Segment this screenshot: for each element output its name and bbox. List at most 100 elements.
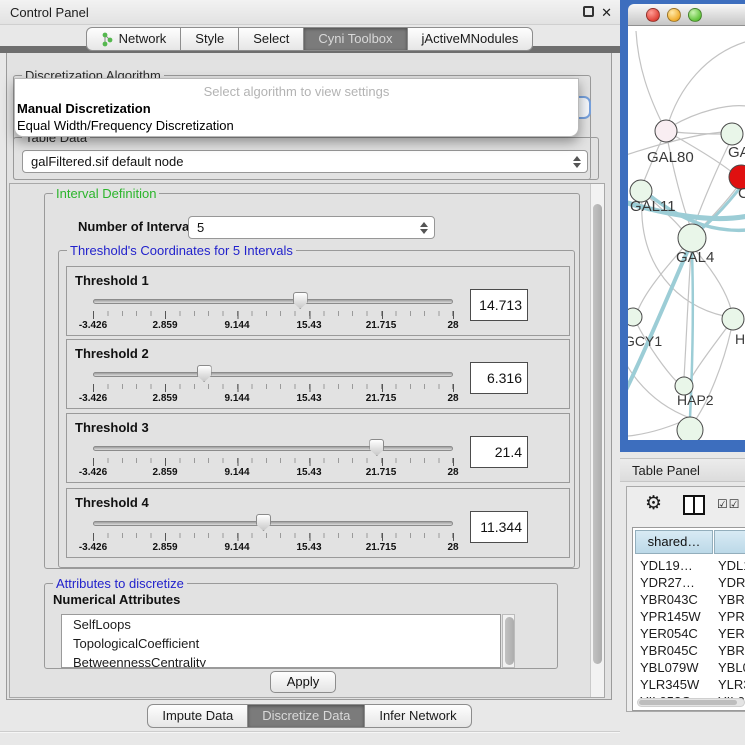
numerical-attributes-list: SelfLoops TopologicalCoefficient Between… (61, 614, 501, 668)
settings-scroll-area: Interval Definition Number of Intervals … (9, 183, 605, 698)
node-partial-bottom[interactable] (677, 417, 703, 440)
network-window-titlebar[interactable] (628, 4, 745, 26)
bottom-tab-strip: Impute Data Discretize Data Infer Networ… (0, 700, 620, 745)
close-icon[interactable]: ✕ (601, 6, 612, 19)
gear-icon[interactable]: ⚙ (645, 492, 662, 515)
table-row[interactable]: YBL079WYBL0 (633, 660, 745, 677)
num-intervals-combo[interactable]: 5 (188, 216, 435, 239)
node-gcy1[interactable] (628, 308, 642, 326)
thresholds-group: Threshold's Coordinates for 5 Intervals … (58, 250, 575, 568)
slider-thumb[interactable] (293, 292, 308, 309)
dropdown-hint: Select algorithm to view settings (15, 84, 578, 99)
table-row[interactable]: YBR043CYBR0 (633, 592, 745, 609)
table-data-combo[interactable]: galFiltered.sif default node (22, 150, 588, 173)
threshold-1-value[interactable]: 14.713 (470, 289, 528, 321)
list-item[interactable]: TopologicalCoefficient (62, 634, 500, 653)
algorithm-dropdown-popup: Select algorithm to view settings Manual… (14, 78, 579, 137)
list-item[interactable]: BetweennessCentrality (62, 653, 500, 668)
slider-thumb[interactable] (256, 514, 271, 531)
table-row[interactable]: YLR345WYLR3 (633, 677, 745, 694)
attributes-group: Attributes to discretize Numerical Attri… (44, 583, 558, 669)
dropdown-option-equal-width[interactable]: Equal Width/Frequency Discretization (17, 118, 234, 133)
table-row[interactable]: YBR045CYBR0 (633, 643, 745, 660)
cyni-toolbox-content: Discretization Algorithm Select algorith… (6, 53, 612, 700)
control-panel-titlebar: Control Panel ✕ (0, 0, 620, 25)
divider (0, 731, 620, 733)
threshold-1-slider[interactable] (93, 299, 453, 306)
float-panel-icon[interactable] (583, 6, 594, 17)
threshold-2-value[interactable]: 6.316 (470, 362, 528, 394)
network-view[interactable]: GAL80 GA C GAL11 GAL4 GCY1 HA HAP2 (628, 26, 745, 440)
group-title: Interval Definition (53, 186, 159, 201)
node-partial-top-right[interactable] (721, 123, 743, 145)
table-panel-title: Table Panel (632, 463, 700, 478)
right-column: GAL80 GA C GAL11 GAL4 GCY1 HA HAP2 Table… (620, 0, 745, 745)
node-attribute-table: shared… na YDL19…YDL1 YDR27…YDR2 YBR043C… (632, 527, 745, 711)
panel-title: Control Panel (10, 5, 89, 20)
slider-thumb[interactable] (369, 439, 384, 456)
node-hap-right[interactable] (722, 308, 744, 330)
column-header-shared-name[interactable]: shared… (635, 530, 713, 554)
interval-definition-group: Interval Definition Number of Intervals … (44, 193, 580, 569)
select-columns-checkbox-icons[interactable]: ☑☑ (717, 497, 741, 511)
settings-scrollbar[interactable] (590, 184, 604, 697)
table-toolbar: ⚙ ☑☑ (627, 487, 745, 523)
network-window: GAL80 GA C GAL11 GAL4 GCY1 HA HAP2 (620, 0, 745, 452)
num-intervals-label: Number of Intervals (78, 219, 200, 234)
table-panel-titlebar: Table Panel (620, 458, 745, 482)
tab-select[interactable]: Select (238, 27, 304, 51)
table-row[interactable]: YER054CYER0 (633, 626, 745, 643)
tab-discretize-data[interactable]: Discretize Data (247, 704, 365, 728)
table-panel-body: ⚙ ☑☑ shared… na YDL19…YDL1 YDR27…YDR2 YB… (626, 486, 745, 712)
node-label: GAL80 (647, 149, 694, 166)
table-row[interactable]: YDR27…YDR2 (633, 575, 745, 592)
control-panel: Control Panel ✕ Network Style Select Cyn… (0, 0, 620, 745)
combo-arrows-icon (420, 222, 428, 234)
node-gal4[interactable] (678, 224, 706, 252)
numerical-attributes-label: Numerical Attributes (53, 592, 180, 607)
threshold-1-panel: Threshold 1 -3.426 2.859 9.144 15.43 21.… (66, 266, 570, 336)
node-gal80[interactable] (655, 120, 677, 142)
slider-thumb[interactable] (197, 365, 212, 382)
columns-icon[interactable] (683, 495, 705, 515)
node-label: GCY1 (628, 333, 662, 349)
network-graph: GAL80 GA C GAL11 GAL4 GCY1 HA HAP2 (628, 26, 745, 440)
threshold-4-panel: Threshold 4 -3.426 2.859 9.144 15.43 21.… (66, 488, 570, 558)
mac-close-button[interactable] (646, 8, 660, 22)
group-title: Threshold's Coordinates for 5 Intervals (67, 243, 296, 258)
node-label: GAL4 (676, 249, 714, 266)
threshold-2-panel: Threshold 2 -3.426 2.859 9.144 15.43 21.… (66, 339, 570, 409)
mac-zoom-button[interactable] (688, 8, 702, 22)
apply-button[interactable]: Apply (270, 671, 336, 693)
top-tab-strip: Network Style Select Cyni Toolbox jActiv… (0, 25, 620, 53)
tab-jactivemnodules[interactable]: jActiveMNodules (407, 27, 534, 51)
tab-style[interactable]: Style (180, 27, 239, 51)
column-header-name[interactable]: na (714, 530, 745, 554)
mac-minimize-button[interactable] (667, 8, 681, 22)
tab-label: Network (119, 28, 167, 50)
list-item[interactable]: SelfLoops (62, 615, 500, 634)
tab-infer-network[interactable]: Infer Network (364, 704, 471, 728)
dropdown-option-manual[interactable]: Manual Discretization (17, 101, 151, 116)
threshold-3-panel: Threshold 3 -3.426 2.859 9.144 15.43 21.… (66, 413, 570, 483)
table-row[interactable]: YDL19…YDL1 (633, 558, 745, 575)
node-label: GA (728, 144, 745, 161)
threshold-2-slider[interactable] (93, 372, 453, 379)
tab-impute-data[interactable]: Impute Data (147, 704, 248, 728)
node-label: HA (735, 331, 745, 347)
threshold-4-slider[interactable] (93, 521, 453, 528)
attributes-scrollbar[interactable] (502, 614, 515, 668)
threshold-3-slider[interactable] (93, 446, 453, 453)
combo-arrows-icon (573, 156, 581, 168)
node-label: HAP2 (677, 392, 714, 408)
network-icon (101, 32, 114, 47)
node-label: GAL11 (630, 198, 676, 215)
node-label: C (738, 185, 745, 202)
tab-network[interactable]: Network (86, 27, 182, 51)
threshold-4-value[interactable]: 11.344 (470, 511, 528, 543)
table-data-group: Table Data galFiltered.sif default node (13, 137, 599, 180)
table-horizontal-scrollbar[interactable] (637, 698, 745, 707)
threshold-3-value[interactable]: 21.4 (470, 436, 528, 468)
table-row[interactable]: YPR145WYPR1 (633, 609, 745, 626)
tab-cyni-toolbox[interactable]: Cyni Toolbox (303, 27, 407, 51)
